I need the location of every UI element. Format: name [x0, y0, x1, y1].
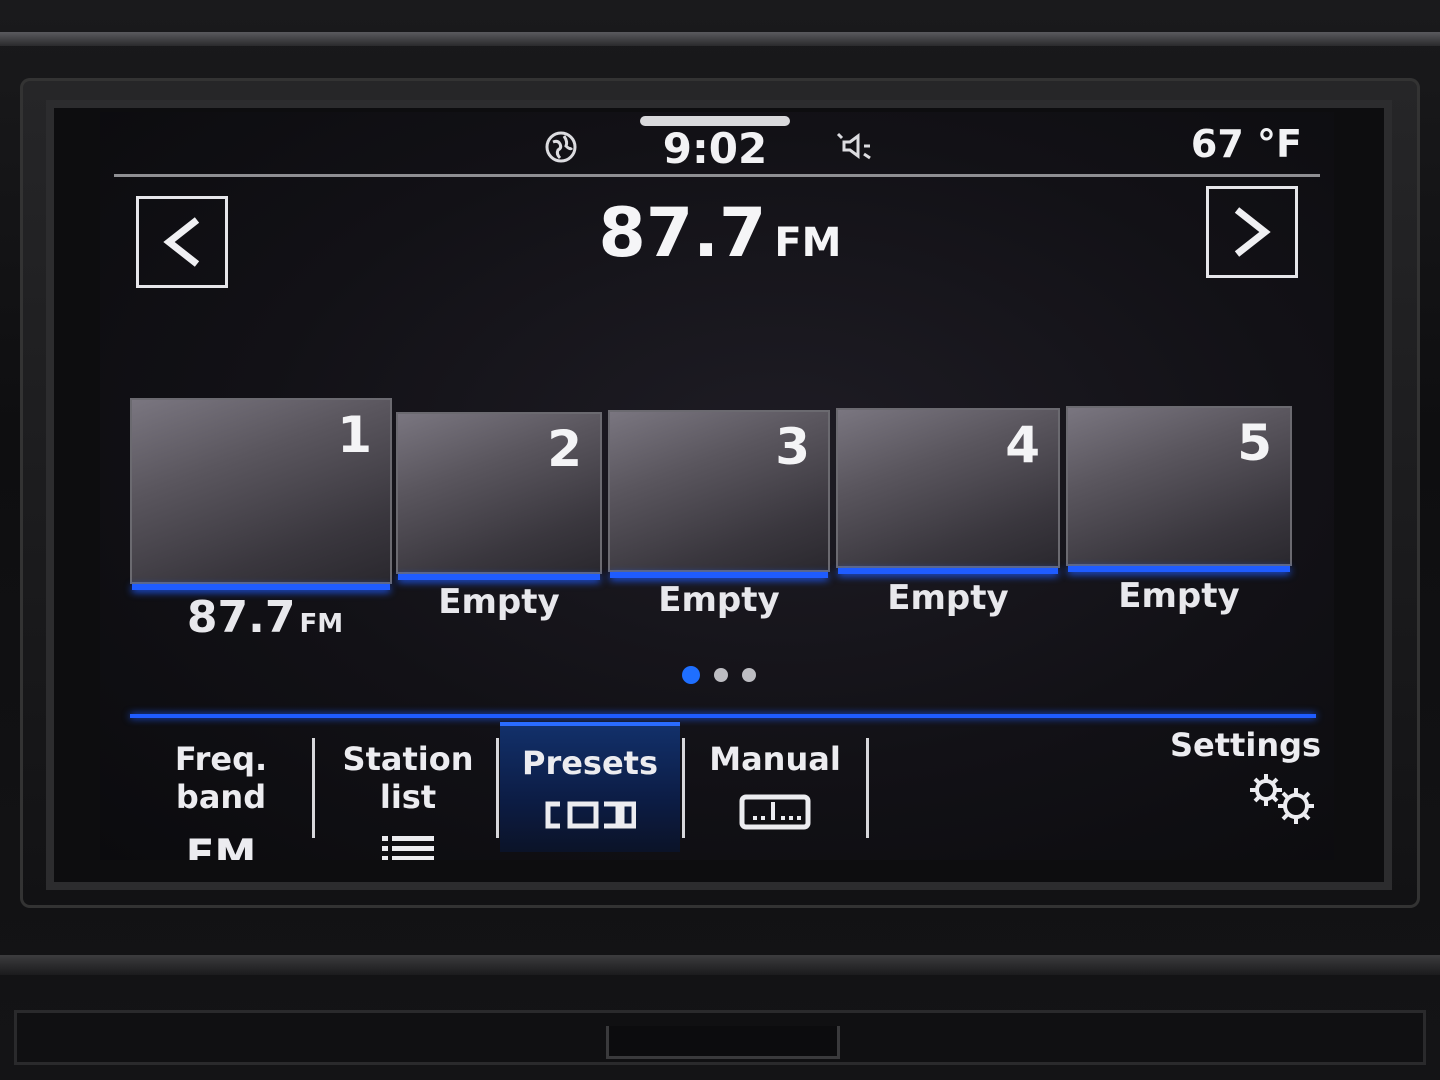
- page-indicator[interactable]: [680, 666, 760, 686]
- outside-temperature: 67 °F: [1190, 122, 1302, 166]
- globe-icon: [545, 131, 577, 163]
- tab-presets-label: Presets: [521, 744, 659, 782]
- chevron-left-icon: [163, 217, 200, 267]
- gears-icon: [1250, 774, 1314, 824]
- preset-number: 5: [1237, 414, 1272, 472]
- current-frequency: 87.7: [598, 194, 767, 273]
- settings-button[interactable]: Settings: [1170, 726, 1322, 830]
- preset-underline: [838, 568, 1058, 574]
- chevron-right-icon: [1234, 207, 1271, 257]
- preset-4[interactable]: 4: [836, 408, 1060, 574]
- previous-station-button[interactable]: [136, 196, 228, 288]
- bezel-top-rim: [0, 32, 1440, 46]
- preset-3-label: Empty: [658, 580, 780, 620]
- next-station-button[interactable]: [1206, 186, 1298, 278]
- menu-divider: [682, 738, 685, 838]
- preset-2[interactable]: 2: [396, 412, 602, 580]
- preset-underline: [398, 574, 600, 580]
- preset-number: 1: [337, 406, 372, 464]
- preset-number: 3: [775, 418, 810, 476]
- presets-icon: [545, 801, 636, 829]
- tab-manual-label: Manual: [709, 740, 841, 778]
- menu-divider: [866, 738, 869, 838]
- preset-1-label: 87.7 FM: [140, 592, 390, 643]
- preset-1-frequency: 87.7: [186, 592, 296, 643]
- preset-3[interactable]: 3: [608, 410, 830, 578]
- tab-manual[interactable]: Manual: [686, 722, 864, 852]
- preset-1-band: FM: [299, 609, 344, 639]
- preset-underline: [132, 584, 390, 590]
- current-station: 87.7 FM: [480, 194, 960, 273]
- status-bar: 9:02 67 °F: [100, 112, 1334, 176]
- lower-trim: [0, 955, 1440, 975]
- preset-number: 4: [1005, 416, 1040, 474]
- infotainment-screen: 9:02 67 °F 87.7 FM 1 87.7 FM 2 Empty 3 E…: [100, 112, 1334, 860]
- page-dot-1[interactable]: [682, 666, 700, 684]
- tab-station-list[interactable]: Station list: [320, 722, 496, 860]
- preset-5[interactable]: 5: [1066, 406, 1292, 572]
- tab-freq-band[interactable]: Freq. band FM: [136, 722, 306, 860]
- list-icon: [382, 836, 434, 860]
- menu-divider: [496, 738, 499, 838]
- preset-underline: [1068, 566, 1290, 572]
- tab-presets[interactable]: Presets: [500, 722, 680, 852]
- menu-divider: [312, 738, 315, 838]
- tab-freq-band-value: FM: [185, 830, 257, 860]
- clock: 9:02: [662, 124, 768, 173]
- tab-station-list-label: Station list: [342, 740, 474, 816]
- page-dot-3[interactable]: [742, 668, 756, 682]
- preset-1[interactable]: 1: [130, 398, 392, 590]
- status-divider: [114, 174, 1320, 177]
- preset-underline: [610, 572, 828, 578]
- preset-5-label: Empty: [1118, 576, 1240, 616]
- preset-2-label: Empty: [438, 582, 560, 622]
- tab-freq-band-label: Freq. band: [174, 740, 268, 816]
- settings-label: Settings: [1170, 726, 1322, 764]
- preset-4-label: Empty: [887, 578, 1009, 618]
- tuner-scale-icon: [739, 794, 811, 830]
- current-band: FM: [774, 220, 842, 266]
- menu-accent-line: [130, 714, 1316, 718]
- lower-slot-tab: [606, 1026, 840, 1059]
- page-dot-2[interactable]: [714, 668, 728, 682]
- speaker-muted-icon: [836, 132, 871, 160]
- preset-number: 2: [547, 420, 582, 478]
